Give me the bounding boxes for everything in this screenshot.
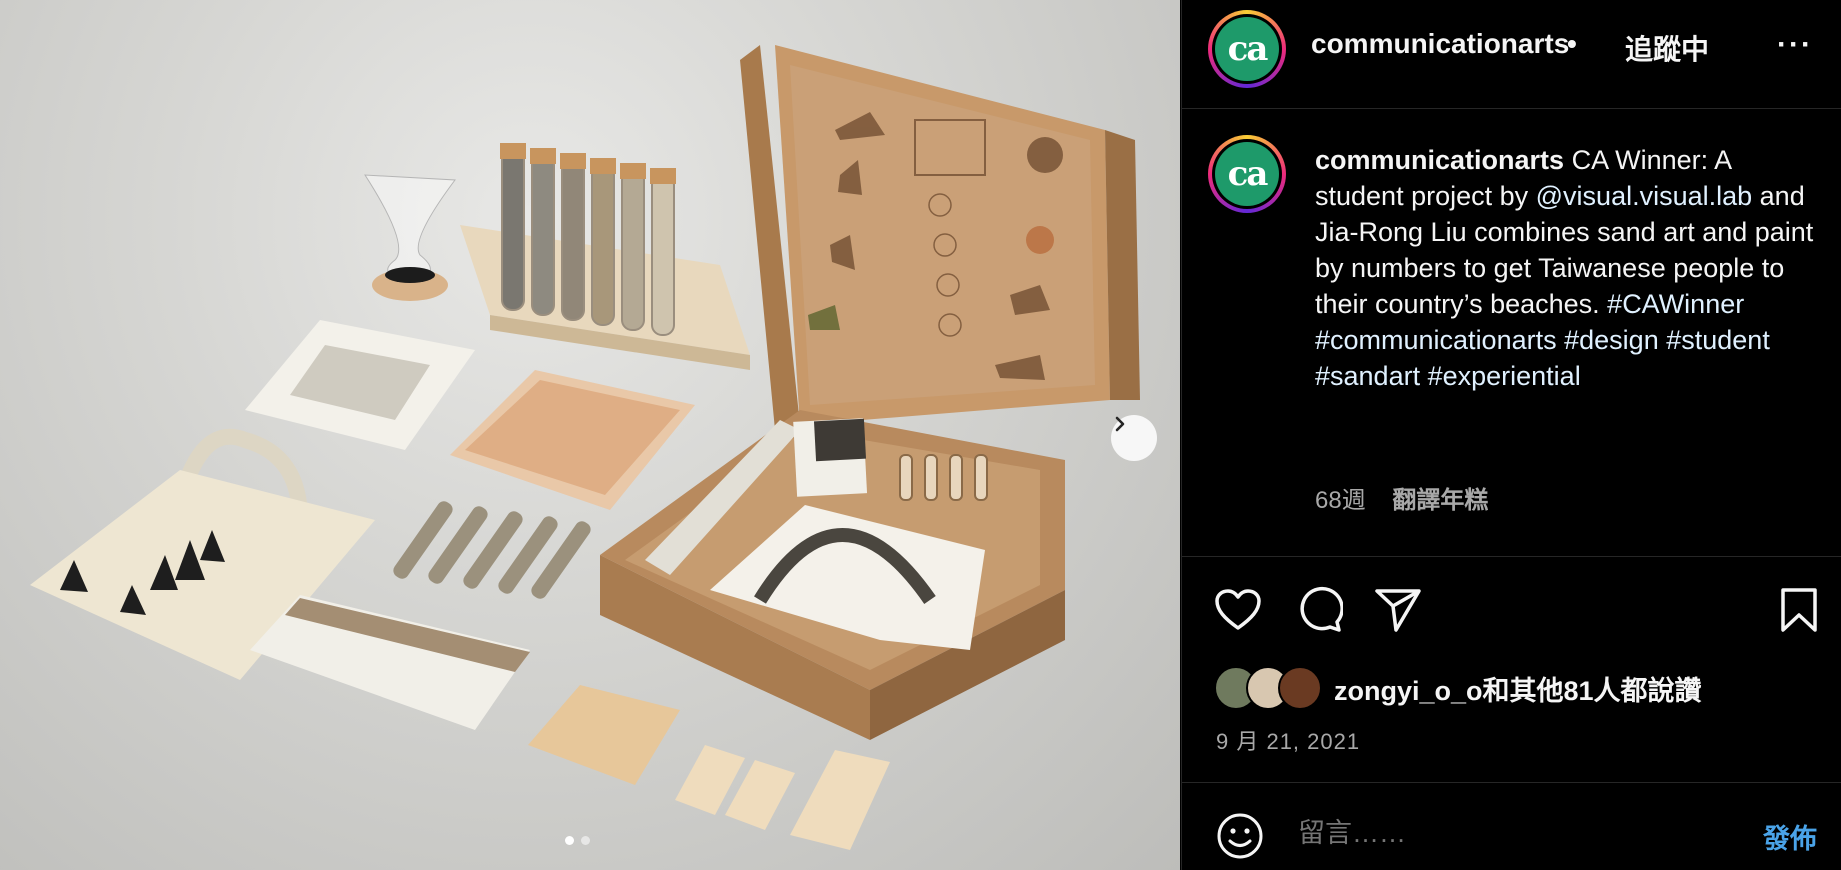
post-comment-button[interactable]: 發佈 (1763, 817, 1817, 856)
heart-icon[interactable] (1214, 588, 1262, 632)
caption-avatar-logo: ca (1215, 142, 1279, 206)
hashtag-link[interactable]: #student (1666, 325, 1770, 355)
carousel-dot-active (565, 836, 574, 845)
translate-button[interactable]: 翻譯年糕 (1392, 487, 1488, 514)
next-image-button[interactable] (1111, 415, 1157, 461)
carousel-dot (581, 836, 590, 845)
hashtag-link[interactable]: #sandart (1315, 361, 1420, 391)
send-icon[interactable] (1374, 587, 1422, 633)
caption-avatar[interactable]: ca (1208, 135, 1286, 213)
post-side-panel: ca communicationarts • 追蹤中 ··· ca commun… (1181, 0, 1841, 870)
likes-summary[interactable]: zongyi_o_o和其他81人都說讚 (1214, 666, 1702, 710)
post-media[interactable] (0, 0, 1180, 870)
avatar[interactable]: ca (1208, 10, 1286, 88)
caption-username[interactable]: communicationarts (1315, 145, 1564, 175)
divider (1182, 782, 1841, 783)
header-username[interactable]: communicationarts (1311, 28, 1569, 60)
hashtag-link[interactable]: #experiential (1428, 361, 1581, 391)
caption-mention[interactable]: @visual.visual.lab (1536, 181, 1753, 211)
post-age[interactable]: 68週 (1315, 487, 1366, 514)
post-header: ca communicationarts • 追蹤中 ··· (1182, 0, 1841, 109)
chevron-right-icon (1115, 416, 1125, 432)
hashtag-link[interactable]: #communicationarts (1315, 325, 1557, 355)
post-caption: communicationarts CA Winner: A student p… (1315, 142, 1815, 394)
caption-meta: 68週 翻譯年糕 (1315, 480, 1488, 515)
more-options-icon[interactable]: ··· (1777, 28, 1813, 62)
post-date: 9 月 21, 2021 (1216, 729, 1361, 754)
likes-text[interactable]: zongyi_o_o和其他81人都說讚 (1334, 669, 1702, 708)
hashtag-link[interactable]: #CAWinner (1607, 289, 1744, 319)
bookmark-icon[interactable] (1780, 587, 1818, 633)
hashtag-link[interactable]: #design (1564, 325, 1659, 355)
box-lid (740, 45, 1140, 430)
divider (1182, 556, 1841, 557)
emoji-icon[interactable] (1216, 812, 1264, 860)
product-photo (30, 45, 1140, 850)
following-button[interactable]: 追蹤中 (1625, 28, 1709, 68)
header-separator: • (1567, 28, 1577, 59)
liker-avatar (1278, 666, 1322, 710)
carousel-indicator (565, 836, 590, 845)
avatar-logo: ca (1215, 17, 1279, 81)
comment-icon[interactable] (1295, 586, 1343, 634)
comment-input[interactable] (1296, 817, 1680, 850)
